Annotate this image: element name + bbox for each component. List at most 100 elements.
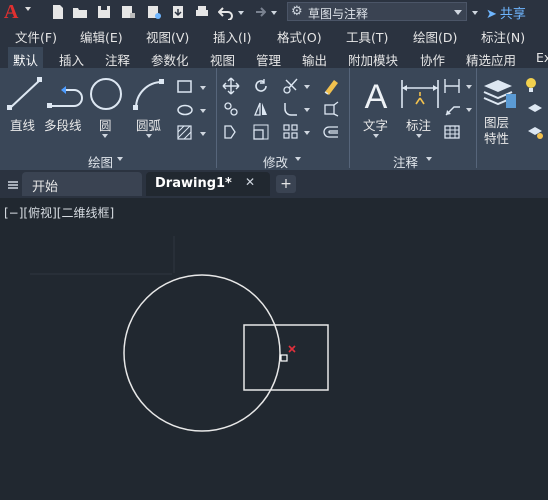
layer-properties-icon[interactable] (480, 74, 524, 114)
arc-caret-icon[interactable] (146, 134, 152, 138)
modify-panel-caret-icon[interactable] (295, 157, 301, 161)
annotation-panel-title[interactable]: 注释 (393, 152, 418, 171)
plot-icon[interactable] (194, 4, 210, 20)
layer-properties-label[interactable]: 图层特性 (484, 115, 514, 147)
chevron-down-icon (454, 10, 462, 15)
menu-tools[interactable]: 工具(T) (346, 27, 388, 46)
lightbulb-icon[interactable] (522, 76, 540, 94)
rectangle-icon[interactable] (176, 78, 194, 96)
rectangle-caret-icon[interactable] (200, 86, 206, 90)
menu-file[interactable]: 文件(F) (15, 27, 57, 46)
redo-caret-icon[interactable] (271, 11, 277, 15)
leader-icon[interactable] (443, 100, 461, 118)
app-logo[interactable]: A (4, 1, 18, 23)
save-to-web-icon[interactable] (170, 4, 186, 20)
tab-annotate[interactable]: 注释 (105, 50, 130, 69)
dimension-icon[interactable] (398, 74, 442, 114)
circle-icon[interactable] (84, 74, 128, 114)
plus-icon: + (280, 176, 292, 192)
menu-insert[interactable]: 插入(I) (213, 27, 251, 46)
circle-tool-label[interactable]: 圆 (99, 115, 112, 134)
copy-icon[interactable] (222, 100, 240, 118)
drawing-geometry (30, 236, 329, 432)
circle-caret-icon[interactable] (102, 134, 108, 138)
offset-icon[interactable] (322, 123, 340, 141)
hatch-icon[interactable] (176, 124, 194, 142)
modify-panel-title[interactable]: 修改 (263, 152, 288, 171)
mirror-icon[interactable] (252, 100, 270, 118)
workspace-switcher[interactable]: ⚙ 草图与注释 (287, 2, 467, 21)
draw-panel-caret-icon[interactable] (117, 157, 123, 161)
tab-start-label: 开始 (32, 180, 59, 195)
text-tool-label[interactable]: 文字 (363, 115, 388, 134)
tab-menu-icon[interactable] (6, 178, 20, 192)
stretch-icon[interactable] (222, 123, 240, 141)
layer-isolate-icon[interactable] (526, 123, 544, 141)
scale-icon[interactable] (252, 123, 270, 141)
rectangle-object[interactable] (243, 324, 329, 391)
fillet-caret-icon[interactable] (304, 108, 310, 112)
annotation-panel-caret-icon[interactable] (426, 157, 432, 161)
tab-view[interactable]: 视图 (210, 50, 235, 69)
line-icon[interactable] (4, 74, 48, 114)
trim-caret-icon[interactable] (304, 85, 310, 89)
close-icon[interactable]: ✕ (245, 175, 255, 189)
menu-draw[interactable]: 绘图(D) (413, 27, 457, 46)
menu-edit[interactable]: 编辑(E) (80, 27, 123, 46)
tab-default[interactable]: 默认 (8, 47, 44, 68)
new-tab-button[interactable]: + (276, 175, 296, 193)
hatch-caret-icon[interactable] (200, 132, 206, 136)
fillet-icon[interactable] (282, 100, 300, 118)
open-folder-icon[interactable] (72, 4, 88, 20)
table-icon[interactable] (443, 123, 461, 141)
dimension-caret-icon[interactable] (416, 134, 422, 138)
linear-dimension-icon[interactable] (443, 77, 461, 95)
crosshair-pickbox (280, 354, 288, 362)
new-file-icon[interactable] (50, 4, 66, 20)
tab-parametric[interactable]: 参数化 (151, 50, 189, 69)
redo-icon[interactable] (250, 4, 266, 20)
array-icon[interactable] (282, 123, 300, 141)
arc-icon[interactable] (128, 74, 172, 114)
undo-icon[interactable] (218, 4, 234, 20)
undo-caret-icon[interactable] (238, 11, 244, 15)
arc-tool-label[interactable]: 圆弧 (136, 115, 161, 134)
line-tool-label[interactable]: 直线 (10, 115, 35, 134)
menu-dimension[interactable]: 标注(N) (481, 27, 525, 46)
polyline-icon[interactable] (44, 74, 88, 114)
tab-express[interactable]: Ex (536, 50, 548, 65)
text-caret-icon[interactable] (373, 134, 379, 138)
menu-view[interactable]: 视图(V) (146, 27, 189, 46)
tab-insert[interactable]: 插入 (59, 50, 84, 69)
erase-icon[interactable] (322, 77, 340, 95)
leader-caret-icon[interactable] (466, 108, 472, 112)
ellipse-icon[interactable] (176, 101, 194, 119)
customize-qat-caret-icon[interactable] (472, 11, 478, 15)
trim-icon[interactable] (282, 77, 300, 95)
save-as-icon[interactable] (120, 4, 136, 20)
tab-output[interactable]: 输出 (302, 50, 327, 69)
linear-dimension-caret-icon[interactable] (466, 85, 472, 89)
tab-drawing1[interactable]: Drawing1* ✕ (146, 172, 270, 196)
draw-panel-title[interactable]: 绘图 (88, 152, 113, 171)
tab-addins[interactable]: 附加模块 (348, 50, 398, 69)
tab-start[interactable]: 开始 (22, 172, 142, 196)
tab-featured-apps[interactable]: 精选应用 (466, 50, 516, 69)
array-caret-icon[interactable] (304, 131, 310, 135)
open-from-web-icon[interactable] (146, 4, 162, 20)
tab-manage[interactable]: 管理 (256, 50, 281, 69)
app-menu-caret-icon[interactable] (25, 7, 31, 11)
save-icon[interactable] (96, 4, 112, 20)
layer-state-icon[interactable] (526, 100, 544, 118)
tab-collaborate[interactable]: 协作 (420, 50, 445, 69)
polyline-tool-label[interactable]: 多段线 (44, 115, 82, 134)
circle-object[interactable] (123, 274, 281, 432)
text-icon[interactable]: A (354, 74, 398, 114)
explode-icon[interactable] (322, 100, 340, 118)
share-button[interactable]: ➤ 共享 (486, 3, 526, 22)
rotate-icon[interactable] (252, 77, 270, 95)
move-icon[interactable] (222, 77, 240, 95)
dimension-tool-label[interactable]: 标注 (406, 115, 431, 134)
menu-format[interactable]: 格式(O) (277, 27, 322, 46)
ellipse-caret-icon[interactable] (200, 109, 206, 113)
